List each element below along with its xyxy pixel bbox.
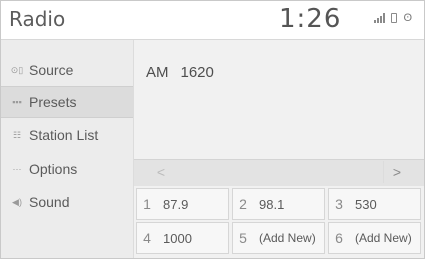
source-icon: ⊙▯ [10, 64, 24, 75]
sidebar-item-label: Sound [29, 194, 70, 210]
prev-page-button[interactable]: < [148, 161, 174, 183]
next-page-button[interactable]: > [383, 161, 410, 183]
preset-value: 1000 [163, 230, 192, 246]
preset-value: 87.9 [163, 196, 189, 212]
preset-button-4[interactable]: 4 1000 [136, 222, 229, 254]
sidebar-item-label: Station List [29, 127, 99, 143]
options-icon: ··· [12, 164, 22, 174]
bluetooth-icon: ʘ [403, 12, 412, 24]
sidebar-item-label: Presets [29, 94, 77, 110]
sound-icon: ◀) [12, 196, 22, 207]
preset-button-1[interactable]: 1 87.9 [136, 188, 229, 220]
sidebar-item-options[interactable]: ··· Options [1, 153, 133, 185]
preset-button-5[interactable]: 5 (Add New) [232, 222, 325, 254]
preset-button-6[interactable]: 6 (Add New) [328, 222, 421, 254]
sidebar-item-station-list[interactable]: ☷ Station List [1, 119, 133, 151]
header-bar: Radio 1:26 ʘ [1, 1, 424, 40]
preset-value: (Add New) [259, 231, 316, 245]
preset-value: 98.1 [259, 196, 285, 212]
current-station: AM 1620 [146, 64, 214, 81]
preset-button-2[interactable]: 2 98.1 [232, 188, 325, 220]
preset-number: 6 [335, 230, 343, 246]
sidebar-item-source[interactable]: ⊙▯ Source [1, 54, 133, 86]
sidebar-item-label: Source [29, 62, 74, 78]
signal-icon [374, 13, 386, 23]
presets-icon: ▪▪▪ [12, 97, 22, 107]
band-label: AM [146, 64, 169, 81]
preset-number: 1 [143, 196, 151, 212]
phone-battery-icon [391, 13, 398, 23]
status-icons: ʘ [374, 12, 412, 24]
clock: 1:26 [279, 4, 342, 34]
preset-number: 4 [143, 230, 151, 246]
station-list-icon: ☷ [12, 129, 22, 140]
screen-title: Radio [9, 7, 66, 31]
preset-page-nav [134, 159, 424, 186]
preset-number: 5 [239, 230, 247, 246]
preset-number: 3 [335, 196, 343, 212]
preset-number: 2 [239, 196, 247, 212]
radio-screen: Radio 1:26 ʘ ⊙▯ Source ▪▪▪ Presets ☷ Sta… [0, 0, 425, 259]
preset-value: 530 [355, 196, 377, 212]
sidebar-item-presets[interactable]: ▪▪▪ Presets [1, 86, 133, 118]
main-panel: AM 1620 < > 1 87.9 2 98.1 3 530 4 1000 5 … [134, 40, 424, 258]
sidebar-item-sound[interactable]: ◀) Sound [1, 186, 133, 218]
preset-button-3[interactable]: 3 530 [328, 188, 421, 220]
frequency-label: 1620 [180, 64, 214, 81]
sidebar-item-label: Options [29, 161, 78, 177]
sidebar: ⊙▯ Source ▪▪▪ Presets ☷ Station List ···… [1, 40, 134, 258]
preset-value: (Add New) [355, 231, 412, 245]
